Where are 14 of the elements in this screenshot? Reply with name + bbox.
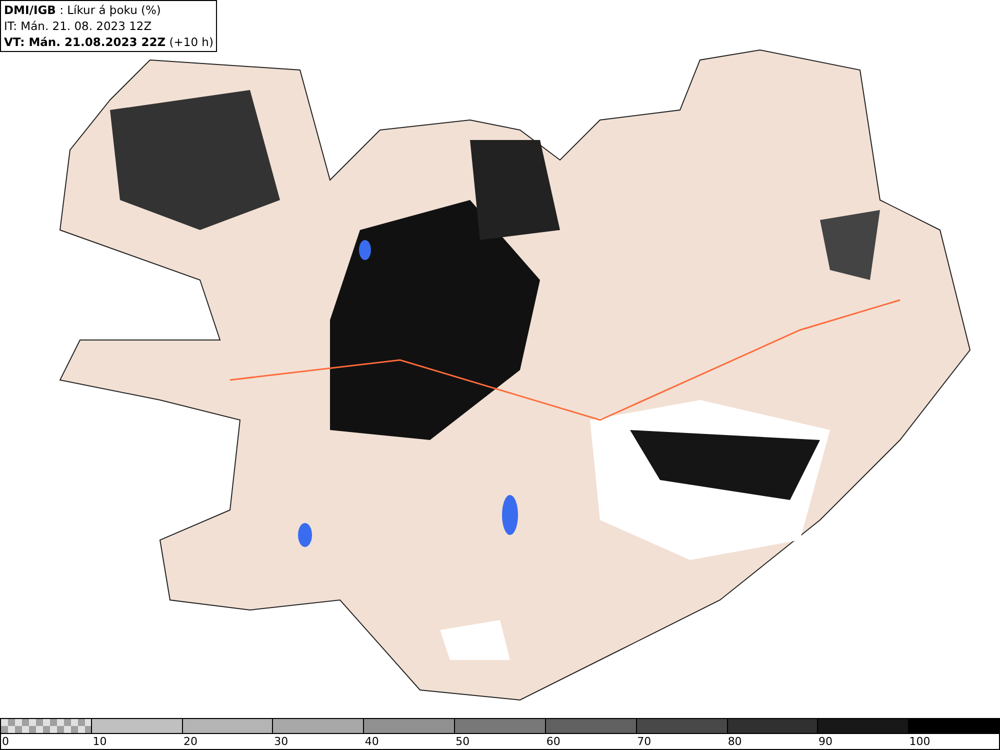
- legend-label: 70: [636, 734, 652, 749]
- legend-label: 90: [818, 734, 833, 749]
- legend-label: 80: [726, 734, 742, 749]
- legend-label: 40: [364, 734, 379, 749]
- legend-label: 20: [182, 734, 198, 749]
- legend-label: 10: [92, 734, 107, 749]
- info-line: VT: Mán. 21.08.2023 22Z (+10 h): [4, 34, 214, 50]
- legend-label: 30: [273, 734, 288, 749]
- legend-label: 0: [1, 734, 9, 749]
- info-line: IT: Mán. 21. 08. 2023 12Z: [4, 18, 153, 34]
- legend-label: 100: [908, 734, 930, 749]
- legend-label: 60: [545, 734, 560, 749]
- legend-label: 50: [454, 734, 470, 749]
- info-line: DMI/IGB : Líkur á þoku (%): [4, 2, 162, 18]
